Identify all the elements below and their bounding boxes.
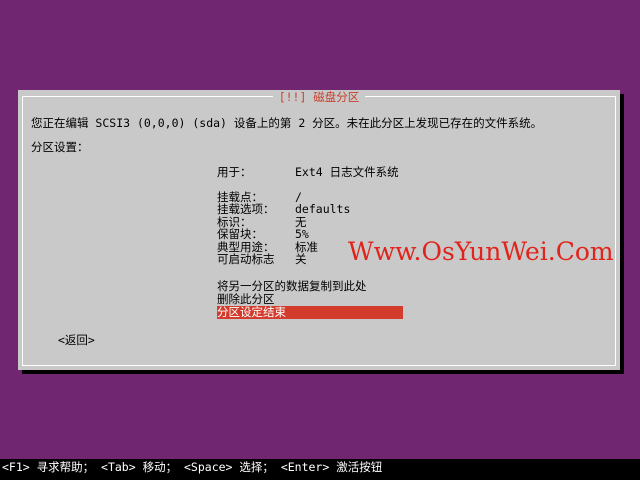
partition-actions: 将另一分区的数据复制到此处 删除此分区 分区设定结束 bbox=[217, 280, 403, 319]
dialog-description: 您正在编辑 SCSI3 (0,0,0) (sda) 设备上的第 2 分区。未在此… bbox=[31, 116, 543, 130]
finish-partition-setup-action[interactable]: 分区设定结束 bbox=[217, 306, 403, 319]
help-footer: <F1> 寻求帮助； <Tab> 移动； <Space> 选择； <Enter>… bbox=[0, 459, 640, 480]
back-button[interactable]: <返回> bbox=[58, 333, 95, 347]
watermark: Www.OsYunWei.Com bbox=[348, 237, 614, 266]
setting-label: 可启动标志 bbox=[217, 252, 275, 266]
setting-value: defaults bbox=[295, 202, 351, 216]
dialog-border bbox=[22, 96, 616, 366]
dialog-title: [!!] 磁盘分区 bbox=[18, 90, 620, 104]
setting-label: 保留块： bbox=[217, 227, 263, 241]
settings-heading: 分区设置： bbox=[31, 140, 89, 154]
setting-label: 用于： bbox=[217, 165, 252, 179]
setting-label: 挂载选项： bbox=[217, 202, 275, 216]
dialog-title-text: [!!] 磁盘分区 bbox=[272, 90, 366, 104]
setting-value: 5% bbox=[295, 227, 309, 241]
partition-dialog: [!!] 磁盘分区 您正在编辑 SCSI3 (0,0,0) (sda) 设备上的… bbox=[18, 90, 620, 370]
setting-value: 关 bbox=[295, 252, 307, 266]
setting-value: Ext4 日志文件系统 bbox=[295, 165, 399, 179]
